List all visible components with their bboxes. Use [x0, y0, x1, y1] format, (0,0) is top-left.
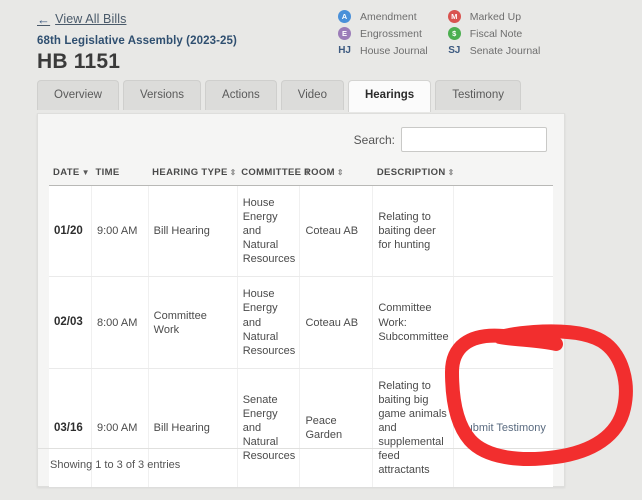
cell-action	[453, 185, 553, 278]
sort-both-icon: ⇕	[447, 168, 455, 177]
legend-item: E Engrossment	[338, 26, 428, 41]
table-row: 02/03 8:00 AM Committee Work House Energ…	[49, 276, 553, 369]
cell-date: 02/03	[49, 276, 92, 369]
search-input[interactable]	[401, 127, 547, 152]
cell-time: 9:00 AM	[91, 185, 149, 278]
tab-bar: Overview Versions Actions Video Hearings…	[37, 80, 521, 112]
showing-entries-label: Showing 1 to 3 of 3 entries	[50, 459, 181, 471]
col-label: DESCRIPTION	[376, 167, 446, 178]
cell-committee: House Energy and Natural Resources	[237, 185, 301, 278]
cell-time: 8:00 AM	[91, 276, 149, 369]
legend-label: Marked Up	[469, 10, 522, 23]
legend-column-left: A Amendment E Engrossment HJ House Journ…	[338, 9, 428, 58]
table-header-row: DATE ▼ TIME HEARING TYPE ⇕ COMMITTEE ⇕ ROOM…	[49, 164, 553, 186]
col-label: COMMITTEE	[241, 167, 302, 178]
legend-item: $ Fiscal Note	[447, 26, 541, 41]
table-row: 01/20 9:00 AM Bill Hearing House Energy …	[49, 185, 553, 278]
col-header-description[interactable]: DESCRIPTION ⇕	[372, 164, 553, 186]
page-title: HB 1151	[37, 50, 121, 73]
tab-overview[interactable]: Overview	[37, 80, 119, 110]
table-footer: Showing 1 to 3 of 3 entries	[38, 448, 564, 486]
cell-hearing-type: Bill Hearing	[148, 185, 238, 278]
cell-room: Coteau AB	[299, 276, 374, 369]
legend-item: A Amendment	[338, 9, 428, 24]
view-all-bills-label: View All Bills	[55, 12, 127, 26]
legend-column-right: M Marked Up $ Fiscal Note SJ Senate Jour…	[447, 9, 541, 58]
submit-testimony-link[interactable]: Submit Testimony	[459, 422, 546, 434]
col-header-time[interactable]: TIME	[91, 164, 149, 186]
col-label: DATE	[53, 167, 80, 178]
cell-action	[453, 276, 553, 369]
hearings-panel: Search: DATE ▼ TIME HEARING TYPE ⇕ COMMITT…	[37, 113, 565, 488]
col-label: TIME	[95, 167, 120, 178]
col-header-hearing-type[interactable]: HEARING TYPE ⇕	[148, 164, 238, 186]
assembly-title: 68th Legislative Assembly (2023-25)	[37, 35, 237, 47]
tab-hearings[interactable]: Hearings	[347, 80, 432, 112]
page-root: ← View All Bills 68th Legislative Assemb…	[0, 0, 642, 500]
cell-room: Coteau AB	[299, 185, 374, 278]
cell-description: Relating to baiting deer for hunting	[372, 185, 455, 278]
legend-label: Fiscal Note	[469, 27, 523, 40]
tab-testimony[interactable]: Testimony	[435, 80, 521, 110]
tab-video[interactable]: Video	[280, 80, 344, 110]
sort-desc-icon: ▼	[81, 168, 90, 177]
house-journal-icon: HJ	[338, 45, 351, 56]
col-label: HEARING TYPE	[152, 167, 228, 178]
engrossment-icon: E	[338, 27, 351, 40]
sort-both-icon: ⇕	[229, 168, 237, 177]
sort-both-icon: ⇕	[336, 168, 344, 177]
col-header-committee[interactable]: COMMITTEE ⇕	[237, 164, 310, 186]
senate-journal-icon: SJ	[448, 45, 461, 56]
table-body: 01/20 9:00 AM Bill Hearing House Energy …	[49, 185, 553, 488]
cell-hearing-type: Committee Work	[148, 276, 238, 369]
view-all-bills-link[interactable]: ← View All Bills	[37, 12, 126, 26]
legend-item: SJ Senate Journal	[448, 43, 541, 58]
legend-label: Engrossment	[360, 27, 422, 40]
cell-description: Committee Work: Subcommittee	[372, 276, 455, 369]
arrow-left-icon: ←	[37, 11, 51, 27]
table-head: DATE ▼ TIME HEARING TYPE ⇕ COMMITTEE ⇕ ROOM…	[49, 164, 553, 186]
hearings-table: DATE ▼ TIME HEARING TYPE ⇕ COMMITTEE ⇕ ROOM…	[49, 164, 553, 488]
legend-label: Amendment	[360, 10, 417, 23]
legend-label: Senate Journal	[469, 44, 541, 57]
tab-versions[interactable]: Versions	[122, 80, 202, 110]
search-area: Search:	[38, 114, 564, 152]
amendment-icon: A	[338, 10, 351, 23]
col-header-date[interactable]: DATE ▼	[49, 164, 92, 186]
marked-up-icon: M	[447, 10, 461, 23]
hearings-table-wrapper: DATE ▼ TIME HEARING TYPE ⇕ COMMITTEE ⇕ ROOM…	[38, 152, 564, 488]
fiscal-note-icon: $	[447, 27, 461, 40]
legend-label: House Journal	[360, 44, 428, 57]
legend-item: M Marked Up	[447, 9, 541, 24]
legend-item: HJ House Journal	[338, 43, 428, 58]
legend: A Amendment E Engrossment HJ House Journ…	[338, 9, 540, 58]
search-label: Search:	[353, 132, 395, 147]
tab-actions[interactable]: Actions	[205, 80, 277, 110]
col-header-room[interactable]: ROOM ⇕	[299, 164, 373, 186]
cell-date: 01/20	[49, 185, 92, 278]
col-label: ROOM	[303, 167, 335, 178]
cell-committee: House Energy and Natural Resources	[237, 276, 301, 369]
